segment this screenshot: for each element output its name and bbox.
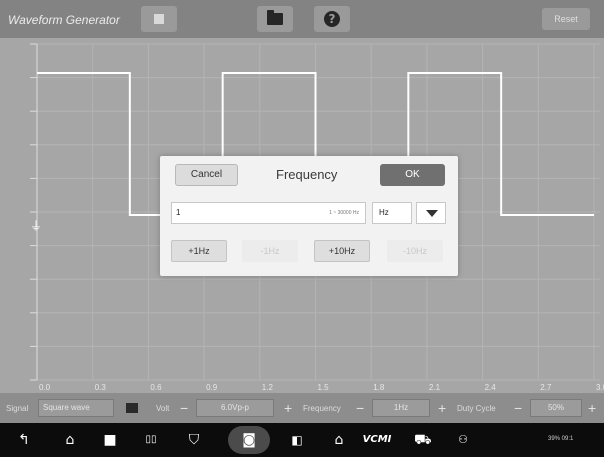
stop-button[interactable] (141, 6, 177, 32)
chevron-down-icon[interactable] (416, 202, 446, 224)
y-axis (30, 43, 38, 381)
split-screen-icon[interactable]: ▯▯ (144, 432, 158, 448)
frequency-label: Frequency (303, 404, 341, 413)
frequency-value[interactable]: 1Hz (372, 399, 430, 417)
duty-cycle-label: Duty Cycle (457, 404, 496, 413)
camera-icon: ◙ (242, 432, 256, 448)
dialog-title: Frequency (276, 167, 338, 182)
x-tick-label: 1.5 (318, 383, 330, 392)
x-tick-label: 2.4 (485, 383, 497, 392)
reset-button[interactable]: Reset (542, 8, 590, 30)
volt-plus-button[interactable]: + (284, 400, 292, 416)
duty-plus-button[interactable]: + (588, 400, 596, 416)
help-icon: ? (324, 11, 340, 27)
x-tick-label: 0.3 (95, 383, 107, 392)
signal-options-icon[interactable] (126, 403, 138, 413)
x-tick-label: 0.6 (150, 383, 162, 392)
vcmi-button[interactable]: VCMI (362, 432, 392, 448)
garage-icon[interactable]: ⌂ (332, 432, 346, 448)
status-bar-text: 39% 09:1 (548, 436, 574, 442)
controls-row: Signal Square wave Volt − 6.0Vp-p + Freq… (0, 393, 604, 423)
x-tick-label: 1.8 (373, 383, 385, 392)
x-tick-label: 2.7 (540, 383, 552, 392)
volt-value: 6.0Vp-p (196, 399, 274, 417)
home-icon[interactable]: ⌂ (62, 432, 78, 448)
folder-icon (267, 10, 283, 25)
frequency-plus-button[interactable]: + (438, 400, 446, 416)
screen-record-icon[interactable]: ◧ (290, 432, 304, 448)
waveform-generator-screen: Waveform Generator ? Reset 0.0 0.3 0.6 0.9 1… (0, 0, 604, 457)
minus-1hz-button[interactable]: -1Hz (242, 240, 298, 262)
x-tick-label: 0.0 (39, 383, 51, 392)
frequency-input[interactable]: 1 1 ~ 30000 Hz (171, 202, 366, 224)
x-axis-tick-labels: 0.0 0.3 0.6 0.9 1.2 1.5 1.8 2.1 2.4 2.7 3.0s (39, 383, 604, 392)
x-tick-label: 1.2 (262, 383, 274, 392)
frequency-minus-button[interactable]: − (356, 400, 364, 416)
help-button[interactable]: ? (314, 6, 350, 32)
stop-icon (154, 14, 164, 24)
open-folder-button[interactable] (257, 6, 293, 32)
volt-label: Volt (156, 404, 170, 413)
car-icon[interactable]: ⛟ (414, 432, 432, 448)
minus-10hz-button[interactable]: -10Hz (387, 240, 443, 262)
cancel-button[interactable]: Cancel (175, 164, 238, 186)
x-tick-label: 3.0s (596, 383, 604, 392)
x-tick-label: 2.1 (429, 383, 441, 392)
page-title: Waveform Generator (8, 13, 120, 27)
back-icon[interactable]: ↰ (16, 432, 32, 448)
screenshot-button[interactable]: ◙ (228, 426, 270, 454)
volt-minus-button[interactable]: − (180, 400, 188, 416)
frequency-input-value: 1 (176, 208, 181, 217)
x-tick-label: 0.9 (206, 383, 218, 392)
plus-10hz-button[interactable]: +10Hz (314, 240, 370, 262)
ground-marker-icon: ⏚ (30, 219, 42, 233)
vpn-shield-icon[interactable]: ⛉ (187, 432, 201, 448)
user-support-icon[interactable]: ⚇ (455, 432, 471, 448)
ok-button[interactable]: OK (380, 164, 445, 186)
frequency-dialog: Cancel Frequency OK 1 1 ~ 30000 Hz Hz +1… (160, 156, 458, 276)
unit-select[interactable]: Hz (372, 202, 412, 224)
plus-1hz-button[interactable]: +1Hz (171, 240, 227, 262)
duty-cycle-value: 50% (530, 399, 582, 417)
title-bar: Waveform Generator ? Reset (0, 0, 604, 38)
system-nav-bar: ↰ ⌂ ■ ▯▯ ⛉ ◙ ◧ ⌂ VCMI ⛟ ⚇ 39% 09:1 (0, 423, 604, 457)
duty-minus-button[interactable]: − (514, 400, 522, 416)
signal-select[interactable]: Square wave (38, 399, 114, 417)
signal-label: Signal (6, 404, 29, 413)
frequency-range-hint: 1 ~ 30000 Hz (329, 210, 359, 216)
recent-apps-icon[interactable]: ■ (103, 432, 117, 448)
